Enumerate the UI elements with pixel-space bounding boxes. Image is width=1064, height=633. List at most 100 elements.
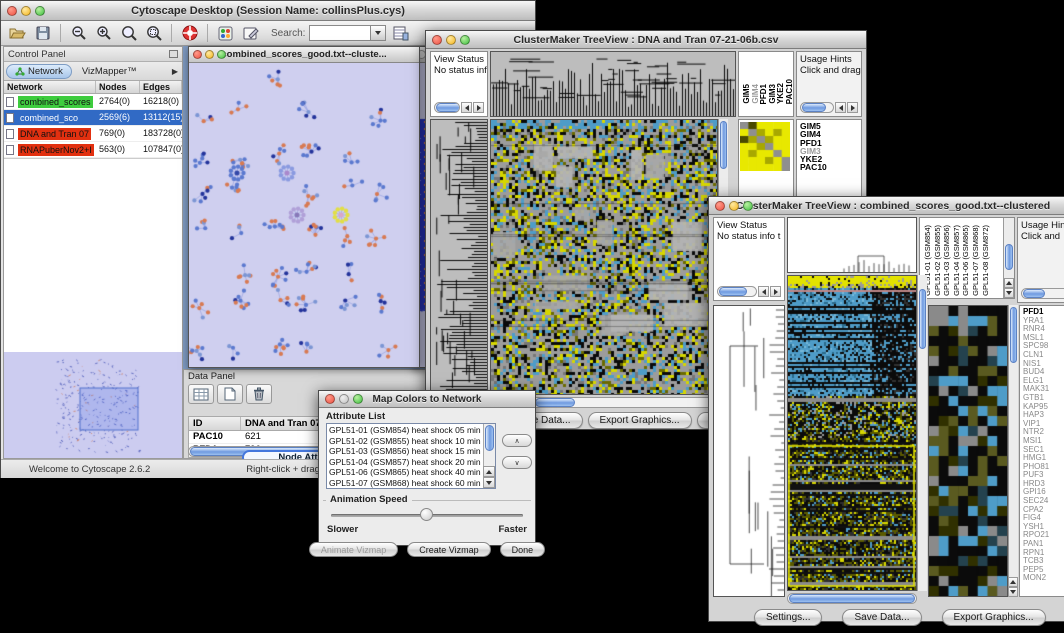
scroll-right-button[interactable] <box>473 102 484 113</box>
tab-network[interactable]: Network <box>6 64 72 79</box>
scroll-down-button[interactable] <box>483 477 495 488</box>
treeview-button[interactable]: Export Graphics... <box>942 609 1046 626</box>
treeview2-titlebar[interactable]: ClusterMaker TreeView : combined_scores_… <box>709 197 1064 215</box>
attribute-browser-button[interactable] <box>390 23 411 43</box>
scrollbar-thumb[interactable] <box>719 287 747 296</box>
zoom-button[interactable] <box>217 50 226 59</box>
network-row[interactable]: DNA and Tran 07 769(0) 183728(0) <box>4 126 182 142</box>
usage-hints-scrollbar[interactable] <box>800 102 858 113</box>
zoom-button[interactable] <box>35 6 45 16</box>
minimize-button[interactable] <box>21 6 31 16</box>
scrollbar-thumb[interactable] <box>802 103 826 112</box>
zoom-button[interactable] <box>743 201 753 211</box>
main-titlebar[interactable]: Cytoscape Desktop (Session Name: collins… <box>1 1 535 21</box>
tv2-heatmap-hscrollbar[interactable] <box>787 593 917 604</box>
delete-attribute-button[interactable] <box>246 384 272 404</box>
attribute-item[interactable]: GPL51-07 (GSM868) heat shock 60 min <box>329 478 493 489</box>
dialog-button[interactable]: Animate Vizmap <box>309 542 398 557</box>
column-label[interactable]: PAC10 <box>785 79 794 104</box>
zoom-in-button[interactable] <box>93 23 114 43</box>
zoom-fit-button[interactable] <box>118 23 139 43</box>
tv2-zoom-heatmap[interactable] <box>928 305 1008 597</box>
treeview-button[interactable]: Save Data... <box>842 609 921 626</box>
col-header-id[interactable]: ID <box>189 417 241 430</box>
search-input[interactable] <box>309 25 371 41</box>
network-row[interactable]: combined_scores 2764(0) 16218(0) <box>4 94 182 110</box>
column-label[interactable]: GIM4 <box>751 84 760 104</box>
scroll-down-button[interactable] <box>1004 288 1014 298</box>
attribute-item[interactable]: GPL51-03 (GSM856) heat shock 15 min <box>329 446 493 457</box>
tv1-row-dendrogram[interactable] <box>430 119 488 395</box>
column-label[interactable]: GPL51-07 (GSM868) <box>971 225 981 296</box>
scroll-down-button[interactable] <box>1008 587 1018 597</box>
column-label[interactable]: GPL51-04 (GSM857) <box>952 225 962 296</box>
scroll-up-button[interactable] <box>1008 577 1018 587</box>
scrollbar-thumb[interactable] <box>919 289 926 349</box>
float-panel-icon[interactable] <box>169 50 178 58</box>
column-label[interactable]: GIM3 <box>768 84 777 104</box>
scroll-left-button[interactable] <box>835 102 846 113</box>
scroll-right-button[interactable] <box>847 102 858 113</box>
gene-label[interactable]: MON2 <box>1023 574 1064 583</box>
annotation-tool-button[interactable] <box>240 23 261 43</box>
tab-overflow-button[interactable]: ▶ <box>172 67 180 76</box>
tv1-global-heatmap[interactable] <box>740 122 790 171</box>
zoom-button[interactable] <box>353 394 363 404</box>
minimize-button[interactable] <box>339 394 349 404</box>
network-row[interactable]: combined_sco 2569(6) 13112(15) <box>4 110 182 126</box>
scroll-left-button[interactable] <box>758 286 769 297</box>
attribute-item[interactable]: GPL51-04 (GSM857) heat shock 20 min <box>329 457 493 468</box>
animation-speed-slider[interactable] <box>331 514 523 517</box>
scroll-up-button[interactable] <box>1004 278 1014 288</box>
column-label[interactable]: GPL51-06 (GSM865) <box>961 225 971 296</box>
tv2-labels-vscrollbar[interactable] <box>1003 218 1014 298</box>
col-header-network[interactable]: Network <box>4 81 96 93</box>
select-attributes-button[interactable] <box>188 384 214 404</box>
move-attribute-down-button[interactable]: ∨ <box>502 456 532 469</box>
scrollbar-thumb[interactable] <box>720 121 727 169</box>
scroll-left-button[interactable] <box>461 102 472 113</box>
attribute-item[interactable]: GPL51-02 (GSM855) heat shock 10 min <box>329 436 493 447</box>
move-attribute-up-button[interactable]: ∧ <box>502 434 532 447</box>
attribute-item[interactable]: GPL51-01 (GSM854) heat shock 05 min <box>329 425 493 436</box>
scrollbar-thumb[interactable] <box>789 594 915 603</box>
tv2-row-dendrogram[interactable] <box>713 305 785 597</box>
column-label[interactable]: GIM5 <box>742 84 751 104</box>
col-header-edges[interactable]: Edges <box>140 81 182 93</box>
scrollbar-thumb[interactable] <box>535 398 575 407</box>
zoom-out-button[interactable] <box>68 23 89 43</box>
treeview1-titlebar[interactable]: ClusterMaker TreeView : DNA and Tran 07-… <box>426 31 866 49</box>
minimize-button[interactable] <box>205 50 214 59</box>
zoom-selected-button[interactable] <box>143 23 164 43</box>
attribute-list-vscrollbar[interactable] <box>483 424 495 488</box>
slider-thumb[interactable] <box>420 508 433 521</box>
network-list-header[interactable]: Network Nodes Edges <box>4 81 182 94</box>
scrollbar-thumb[interactable] <box>1010 307 1017 363</box>
column-label[interactable]: GPL51-08 (GSM872) <box>981 225 991 296</box>
open-session-button[interactable] <box>7 23 28 43</box>
usage-hints-scrollbar[interactable] <box>1021 288 1064 299</box>
close-button[interactable] <box>193 50 202 59</box>
help-button[interactable] <box>179 23 200 43</box>
view-status-scrollbar[interactable] <box>717 286 781 297</box>
network-row[interactable]: RNAPuberNov2+I 563(0) 107847(0) <box>4 142 182 158</box>
attribute-item[interactable]: GPL51-06 (GSM865) heat shock 40 min <box>329 467 493 478</box>
col-header-nodes[interactable]: Nodes <box>96 81 140 93</box>
tv2-zoom-vscrollbar[interactable] <box>1008 305 1018 597</box>
tv2-column-dendrogram[interactable] <box>787 217 917 273</box>
network-canvas-clusters[interactable] <box>189 63 419 367</box>
save-session-button[interactable] <box>32 23 53 43</box>
view-status-scrollbar[interactable] <box>434 102 484 113</box>
scrollbar-thumb[interactable] <box>1005 244 1013 270</box>
column-label[interactable]: YKE2 <box>776 83 785 104</box>
dialog-titlebar[interactable]: Map Colors to Network <box>319 391 535 408</box>
frame1-titlebar[interactable]: combined_scores_good.txt--cluste... <box>189 47 419 63</box>
close-button[interactable] <box>325 394 335 404</box>
treeview-button[interactable]: Settings... <box>754 609 822 626</box>
scroll-up-button[interactable] <box>483 466 495 477</box>
column-label[interactable]: GPL51-02 (GSM855) <box>933 225 943 296</box>
tab-vizmapper[interactable]: VizMapper™ <box>74 64 145 79</box>
zoom-button[interactable] <box>460 35 470 45</box>
tv1-heatmap[interactable] <box>490 119 718 395</box>
tv2-heatmap-vscrollbar[interactable] <box>917 275 927 591</box>
